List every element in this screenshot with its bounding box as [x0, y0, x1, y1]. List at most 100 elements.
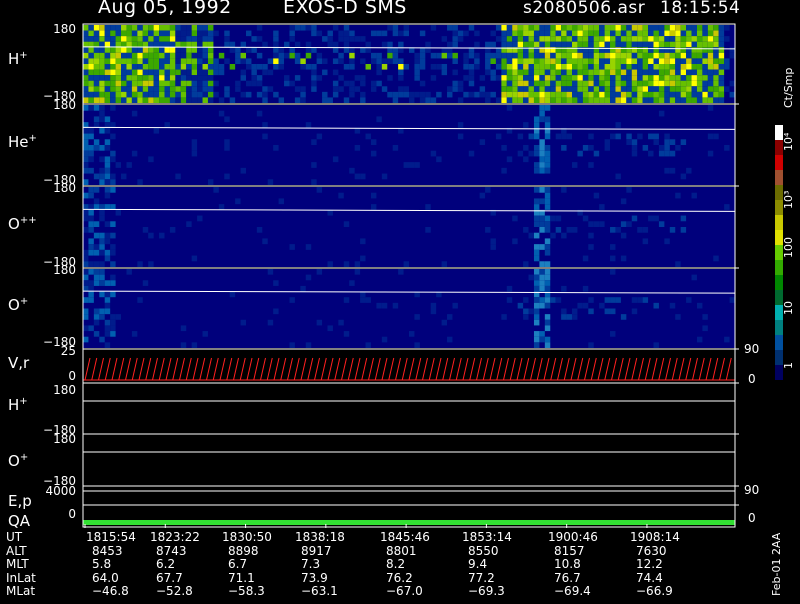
- tick-qa-zero: 0: [68, 507, 76, 521]
- spectrogram-cell: [159, 58, 165, 64]
- spectrogram-cell: [191, 47, 198, 53]
- spectrogram-cell: [566, 75, 572, 81]
- spectrogram-cell: [729, 47, 735, 53]
- spectrogram-cell: [544, 30, 551, 37]
- spectrogram-cell: [680, 75, 687, 81]
- spectrogram-cell: [577, 64, 583, 70]
- spectrogram-cell: [582, 80, 589, 87]
- spectrogram-cell: [246, 58, 252, 64]
- spectrogram-cell: [610, 36, 616, 42]
- spectrogram-cell: [588, 97, 594, 103]
- spectrogram-cell: [501, 97, 507, 103]
- spectrogram-cell: [370, 204, 377, 210]
- spectrogram-cell: [702, 325, 708, 332]
- spectrogram-cell: [512, 25, 518, 31]
- spectrogram-cell: [680, 30, 687, 37]
- spectrogram-cell: [626, 58, 632, 64]
- spectrogram-cell: [539, 58, 545, 64]
- orbit-cell: −63.1: [301, 584, 338, 598]
- spectrogram-cell: [588, 80, 594, 87]
- spectrogram-cell: [180, 58, 187, 64]
- spectrogram-cell: [93, 97, 100, 103]
- spectrogram-cell: [360, 97, 366, 103]
- spectrogram-cell: [121, 47, 127, 53]
- spectrogram-cell: [572, 58, 578, 64]
- orbit-cell: −46.8: [92, 584, 129, 598]
- spectrogram-cell: [544, 162, 551, 168]
- spectrogram-cell: [110, 64, 116, 70]
- spectrogram-cell: [153, 75, 160, 81]
- spectrogram-cell: [604, 80, 611, 87]
- spectrogram-cell: [572, 41, 578, 48]
- spectrogram-cell: [99, 110, 105, 117]
- spectrogram-cell: [246, 30, 252, 37]
- spectrogram-cell: [121, 97, 127, 103]
- spectrogram-cell: [566, 52, 572, 59]
- spectrogram-cell: [664, 145, 670, 151]
- spectrogram-cell: [387, 52, 393, 59]
- spectrogram-cell: [349, 58, 355, 64]
- spectrogram-cell: [83, 97, 89, 103]
- spectrogram-cell: [658, 75, 665, 81]
- spectrogram-cell: [517, 41, 524, 48]
- orbit-cell: 76.2: [386, 570, 413, 585]
- spectrogram-cell: [191, 86, 198, 92]
- spectrogram-cell: [332, 91, 339, 98]
- orbit-cell: 1830:50: [222, 530, 272, 544]
- spectrogram-cell: [566, 91, 572, 98]
- spectrogram-cell: [696, 75, 703, 81]
- spectrogram-cell: [653, 69, 659, 76]
- spectrogram-cell: [620, 255, 627, 262]
- spectrogram-cell: [186, 52, 192, 59]
- spectrogram-cell: [207, 64, 214, 70]
- spectrogram-cell: [593, 25, 600, 31]
- spectrogram-cell: [658, 221, 665, 227]
- spectrogram-cell: [479, 86, 486, 92]
- spectrogram-cell: [599, 36, 605, 42]
- orbit-row-header: ALT: [6, 543, 27, 558]
- spectrogram-cell: [550, 97, 556, 103]
- spectrogram-cell: [142, 80, 149, 87]
- spectrogram-cell: [354, 86, 361, 92]
- spectrogram-cell: [593, 69, 600, 76]
- spectrogram-cell: [332, 86, 339, 92]
- spectrogram-cell: [664, 97, 670, 103]
- spectrogram-cell: [620, 36, 627, 42]
- spectrogram-cell: [202, 331, 208, 337]
- spectrogram-cell: [262, 86, 268, 92]
- spectrogram-cell: [322, 69, 328, 76]
- spectrogram-cell: [99, 156, 105, 163]
- spectrogram-cell: [409, 91, 415, 98]
- spectrogram-cell: [110, 52, 116, 59]
- spectrogram-cell: [539, 36, 545, 42]
- spectrogram-cell: [506, 36, 513, 42]
- spectrogram-cell: [262, 69, 268, 76]
- spectrogram-cell: [718, 58, 725, 64]
- spectrogram-cell: [153, 91, 160, 98]
- spectrogram-cell: [463, 30, 469, 37]
- spectrogram-cell: [474, 58, 480, 64]
- spectrogram-cell: [110, 133, 116, 140]
- spectrogram-cell: [93, 25, 100, 31]
- spectrogram-cell: [186, 69, 192, 76]
- spectrogram-cell: [610, 80, 616, 87]
- spectrogram-cell: [256, 25, 263, 31]
- spectrogram-cell: [550, 58, 556, 64]
- spectrogram-cell: [577, 30, 583, 37]
- spectrogram-cell: [148, 86, 154, 92]
- spectrogram-cell: [88, 269, 94, 275]
- spectrogram-cell: [430, 308, 437, 315]
- spectrogram-cell: [126, 41, 132, 48]
- orbit-cell: 10.8: [554, 557, 581, 571]
- spectrogram-cell: [110, 187, 116, 193]
- spectrogram-cell: [664, 25, 670, 31]
- spectrogram-cell: [533, 91, 540, 98]
- spectrogram-cell: [191, 342, 198, 348]
- spectrogram-cell: [648, 215, 654, 222]
- spectrogram-cell: [561, 308, 567, 315]
- spectrogram-cell: [729, 297, 735, 303]
- spectrogram-cell: [572, 30, 578, 37]
- spectrogram-cell: [550, 80, 556, 87]
- spectrogram-cell: [642, 25, 649, 31]
- spectrogram-cell: [566, 80, 572, 87]
